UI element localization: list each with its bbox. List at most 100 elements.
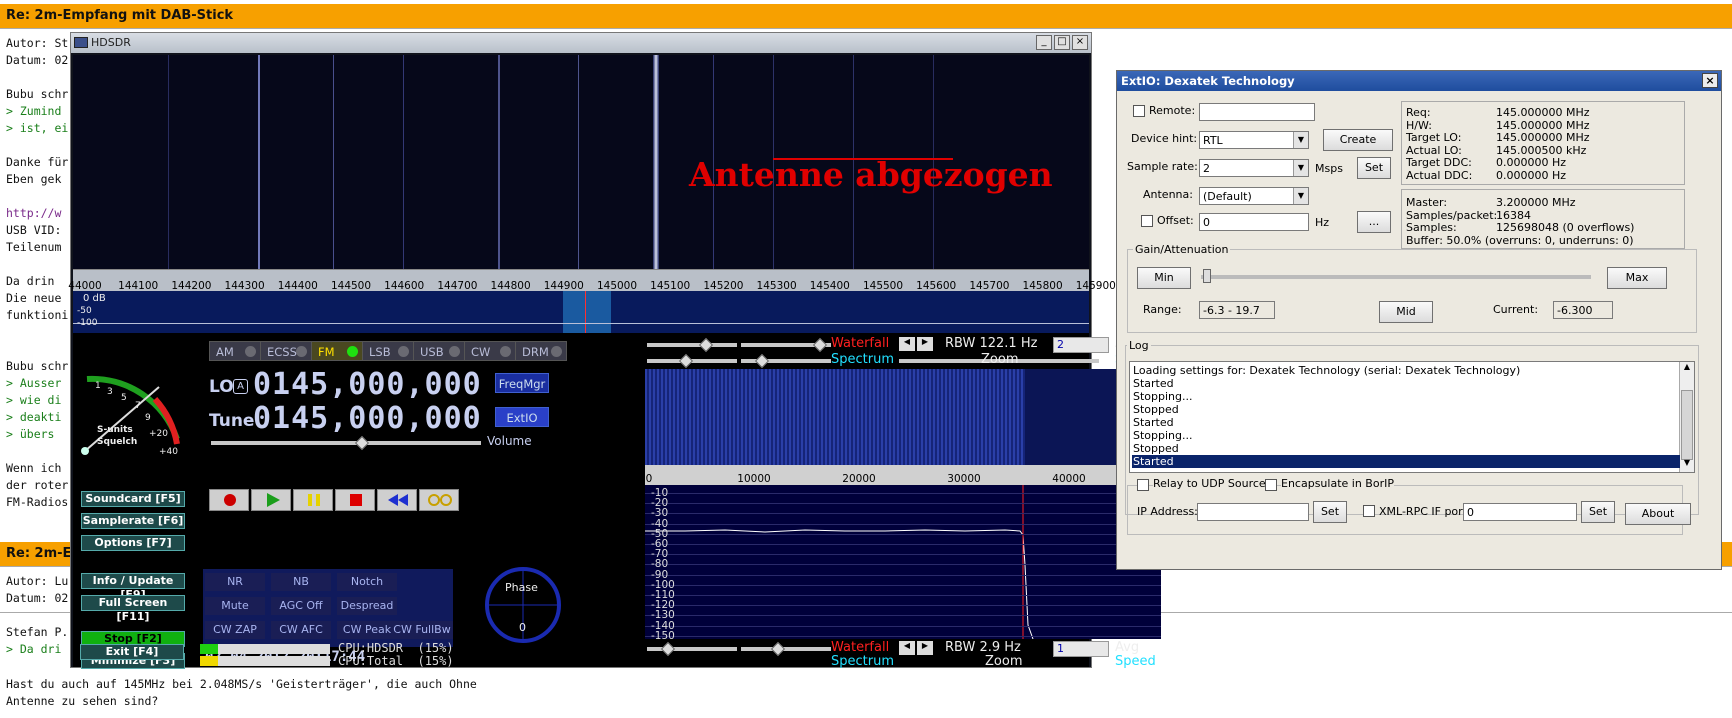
fullscreen-button[interactable]: Full Screen [F11]: [81, 595, 185, 623]
cw-afc-button[interactable]: CW AFC: [271, 621, 331, 639]
gain-slider[interactable]: [1201, 275, 1591, 279]
spectrum-slider-knob[interactable]: [678, 353, 694, 369]
waterfall-slider-bottom-2[interactable]: [741, 647, 831, 651]
min-button[interactable]: Min: [1137, 267, 1191, 289]
frequency-scale[interactable]: 44000 144100 144200 144300 144400 144500 14460…: [68, 269, 1116, 292]
antenna-select[interactable]: (Default) ▼: [1199, 187, 1309, 205]
post-title[interactable]: Re: 2m-Empfang mit DAB-Stick: [6, 8, 233, 23]
nb-button[interactable]: NB: [271, 573, 331, 591]
log-line[interactable]: Stopping...: [1132, 429, 1680, 442]
scroll-up-icon[interactable]: ▲: [1680, 362, 1694, 376]
squelch-label[interactable]: Squelch: [97, 437, 137, 447]
info-update-button[interactable]: Info / Update [F9]: [81, 573, 185, 601]
loop-button[interactable]: [419, 489, 459, 511]
set-xmlrpc-button[interactable]: Set: [1581, 501, 1615, 523]
phase-indicator[interactable]: Phase 0: [483, 565, 563, 645]
spectrum-strip[interactable]: 0 dB -50 -100: [73, 291, 1089, 333]
log-line[interactable]: Started: [1132, 455, 1680, 468]
arrow-right-icon[interactable]: ▶: [917, 337, 933, 351]
max-button[interactable]: Max: [1607, 267, 1667, 289]
xmlrpc-port-input[interactable]: 0: [1463, 503, 1577, 521]
soundcard-button[interactable]: Soundcard [F5]: [81, 491, 185, 507]
scroll-down-icon[interactable]: ▼: [1680, 458, 1694, 472]
close-icon[interactable]: ×: [1072, 35, 1088, 50]
despread-button[interactable]: Despread: [337, 597, 397, 615]
cw-fullbw-button[interactable]: CW FullBw: [391, 621, 453, 639]
lo-frequency[interactable]: 0145,000,000: [253, 367, 482, 402]
waterfall-slider-knob-2[interactable]: [812, 337, 828, 353]
extio-button[interactable]: ExtIO: [495, 407, 549, 427]
set-sample-rate-button[interactable]: Set: [1357, 157, 1391, 179]
mid-button[interactable]: Mid: [1379, 301, 1433, 323]
cw-peak-button[interactable]: CW Peak: [337, 621, 397, 639]
about-button[interactable]: About: [1625, 503, 1691, 525]
scroll-thumb[interactable]: [1681, 390, 1693, 460]
more-button[interactable]: ...: [1357, 211, 1391, 233]
chevron-down-icon[interactable]: ▼: [1293, 160, 1308, 176]
chevron-down-icon[interactable]: ▼: [1293, 132, 1308, 148]
log-line[interactable]: Stopped: [1132, 442, 1680, 455]
tune-frequency[interactable]: 0145,000,000: [253, 401, 482, 436]
cw-zap-button[interactable]: CW ZAP: [205, 621, 265, 639]
minimize-icon[interactable]: _: [1036, 35, 1052, 50]
log-list[interactable]: ▲ ▼ Loading settings for: Dexatek Techno…: [1129, 361, 1695, 473]
agc-button[interactable]: AGC Off: [271, 597, 331, 615]
nr-button[interactable]: NR: [205, 573, 265, 591]
arrow-left-icon[interactable]: ◀: [899, 641, 915, 655]
log-line[interactable]: Stopped: [1132, 403, 1680, 416]
samplerate-button[interactable]: Samplerate [F6]: [81, 513, 185, 529]
freqmgr-button[interactable]: FreqMgr: [495, 373, 549, 393]
chevron-down-icon[interactable]: ▼: [1293, 188, 1308, 204]
avg-select-bottom[interactable]: 1: [1053, 641, 1109, 657]
waterfall-slider-knob-bottom[interactable]: [660, 641, 676, 657]
exit-button[interactable]: Exit [F4]: [80, 644, 184, 660]
arrow-left-icon[interactable]: ◀: [899, 337, 915, 351]
volume-slider-knob[interactable]: [354, 435, 370, 451]
spectrum-slider-knob-2[interactable]: [754, 353, 770, 369]
avg-select-top[interactable]: 2: [1053, 337, 1109, 353]
maximize-icon[interactable]: □: [1054, 35, 1070, 50]
mode-button-lsb[interactable]: LSB: [362, 341, 414, 361]
main-waterfall[interactable]: Antenne abgezogen: [73, 55, 1089, 269]
offset-checkbox[interactable]: [1141, 215, 1153, 227]
waterfall-slider-knob-bottom-2[interactable]: [770, 641, 786, 657]
mode-button-ecss[interactable]: ECSS: [260, 341, 312, 361]
hdsdr-titlebar[interactable]: HDSDR _ □ ×: [71, 33, 1091, 53]
remote-input[interactable]: [1199, 103, 1315, 121]
waterfall-slider-knob[interactable]: [698, 337, 714, 353]
mode-button-drm[interactable]: DRM: [515, 341, 567, 361]
arrow-right-icon[interactable]: ▶: [917, 641, 933, 655]
sample-rate-select[interactable]: 2 ▼: [1199, 159, 1309, 177]
mode-button-fm[interactable]: FM: [311, 341, 363, 361]
stop-button[interactable]: [335, 489, 375, 511]
device-hint-select[interactable]: RTL ▼: [1199, 131, 1309, 149]
options-button[interactable]: Options [F7]: [81, 535, 185, 551]
audio-spectrum-plot[interactable]: -10 -20 -30 -40 -50 -60 -70 -80 -90 -100 -110 -120-…: [645, 485, 1161, 639]
rewind-button[interactable]: [377, 489, 417, 511]
mode-button-cw[interactable]: CW: [464, 341, 516, 361]
xmlrpc-checkbox[interactable]: [1363, 505, 1375, 517]
ip-address-input[interactable]: [1197, 503, 1309, 521]
mute-button[interactable]: Mute: [205, 597, 265, 615]
log-line[interactable]: Loading settings for: Dexatek Technology…: [1132, 364, 1680, 377]
audio-waterfall[interactable]: [645, 369, 1161, 465]
notch-button[interactable]: Notch: [337, 573, 397, 591]
log-line[interactable]: Stopping...: [1132, 390, 1680, 403]
close-icon[interactable]: ×: [1702, 73, 1718, 88]
record-button[interactable]: [209, 489, 249, 511]
create-button[interactable]: Create: [1323, 129, 1393, 151]
encapsulate-checkbox[interactable]: [1265, 479, 1277, 491]
offset-input[interactable]: 0: [1199, 213, 1309, 231]
pause-button[interactable]: [293, 489, 333, 511]
audio-frequency-ruler[interactable]: 0 10000 20000 30000 40000: [645, 465, 1161, 485]
play-button[interactable]: [251, 489, 291, 511]
waterfall-slider[interactable]: [647, 343, 737, 347]
log-line[interactable]: Started: [1132, 416, 1680, 429]
mode-button-usb[interactable]: USB: [413, 341, 465, 361]
set-ip-button[interactable]: Set: [1313, 501, 1347, 523]
log-line[interactable]: Started: [1132, 377, 1680, 390]
post-text-line[interactable]: http://w: [6, 206, 61, 220]
relay-checkbox[interactable]: [1137, 479, 1149, 491]
remote-checkbox[interactable]: [1133, 105, 1145, 117]
volume-slider[interactable]: [211, 441, 481, 445]
